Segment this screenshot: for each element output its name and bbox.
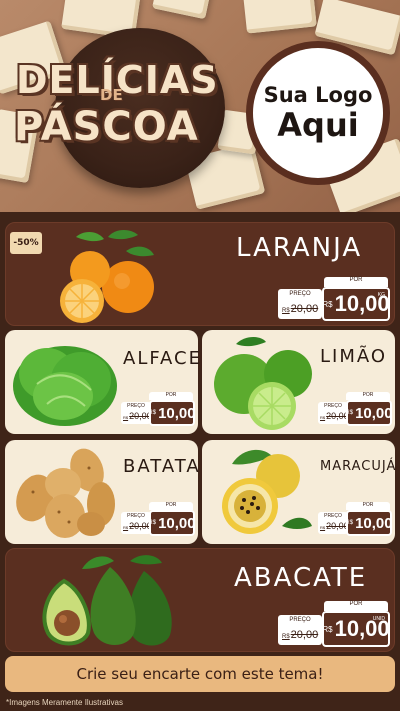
- new-price-tag: R$ 10,00 UNID: [322, 611, 390, 647]
- passion-fruit-image: [222, 449, 312, 534]
- por-label: POR: [346, 392, 390, 400]
- product-card-abacate[interactable]: ABACATE POR PREÇO R$20,00 R$ 10,00 UNID: [5, 548, 395, 652]
- old-price-tag: PREÇO R$20,00: [278, 289, 322, 319]
- potato-image: [16, 448, 115, 538]
- product-card-laranja[interactable]: LARANJA POR PREÇO R$20,00 R$ 10,00 KG: [5, 222, 395, 326]
- title-de: DE: [100, 86, 123, 104]
- product-card-batata[interactable]: BATATA POR PREÇO R$20,00 R$ 10,00: [5, 440, 201, 544]
- logo-text-line1: Sua Logo: [263, 83, 373, 107]
- product-name: ABACATE: [234, 563, 368, 593]
- new-price-tag: R$ 10,00: [345, 400, 393, 426]
- new-price-tag: R$ 10,00: [345, 510, 393, 536]
- product-name: BATATA: [123, 456, 201, 477]
- new-price-tag: R$ 10,00: [148, 400, 196, 426]
- logo-placeholder[interactable]: Sua Logo Aqui: [246, 41, 390, 185]
- lime-image: [214, 337, 312, 430]
- title-line-2: PÁSCOA: [14, 104, 199, 150]
- product-name: LIMÃO: [320, 346, 388, 367]
- old-price-tag: PREÇO R$20,00: [121, 512, 152, 534]
- discount-badge: -50%: [10, 232, 42, 254]
- white-chocolate-piece: [243, 0, 317, 34]
- por-label: POR: [149, 392, 193, 400]
- product-card-limao[interactable]: LIMÃO POR PREÇO R$20,00 R$ 10,00: [202, 330, 395, 434]
- new-price-tag: R$ 10,00: [148, 510, 196, 536]
- por-label: POR: [346, 502, 390, 510]
- por-label: POR: [324, 277, 388, 287]
- product-card-alface[interactable]: ALFACE POR PREÇO R$20,00 R$ 10,00: [5, 330, 200, 434]
- product-name: LARANJA: [236, 233, 363, 263]
- header-banner: DELÍCIAS DE PÁSCOA Sua Logo Aqui: [0, 0, 400, 212]
- white-chocolate-piece: [152, 0, 212, 20]
- new-price-tag: R$ 10,00 KG: [322, 287, 390, 321]
- cta-button[interactable]: Crie seu encarte com este tema!: [5, 656, 395, 692]
- old-price-tag: PREÇO R$20,00: [318, 512, 349, 534]
- logo-text-line2: Aqui: [277, 106, 359, 144]
- orange-image: [60, 230, 154, 323]
- disclaimer-text: *Imagens Meramente Ilustrativas: [6, 698, 123, 707]
- old-price-tag: PREÇO R$20,00: [318, 402, 349, 424]
- avocado-image: [42, 555, 172, 646]
- product-card-maracuja[interactable]: MARACUJÁ POR PREÇO R$20,00 R$ 10,00: [202, 440, 395, 544]
- old-price-tag: PREÇO R$20,00: [121, 402, 152, 424]
- product-name: MARACUJÁ: [320, 459, 397, 474]
- por-label: POR: [324, 601, 388, 611]
- old-price-tag: PREÇO R$20,00: [278, 615, 322, 645]
- product-name: ALFACE: [123, 348, 202, 369]
- por-label: POR: [149, 502, 193, 510]
- lettuce-image: [13, 346, 117, 426]
